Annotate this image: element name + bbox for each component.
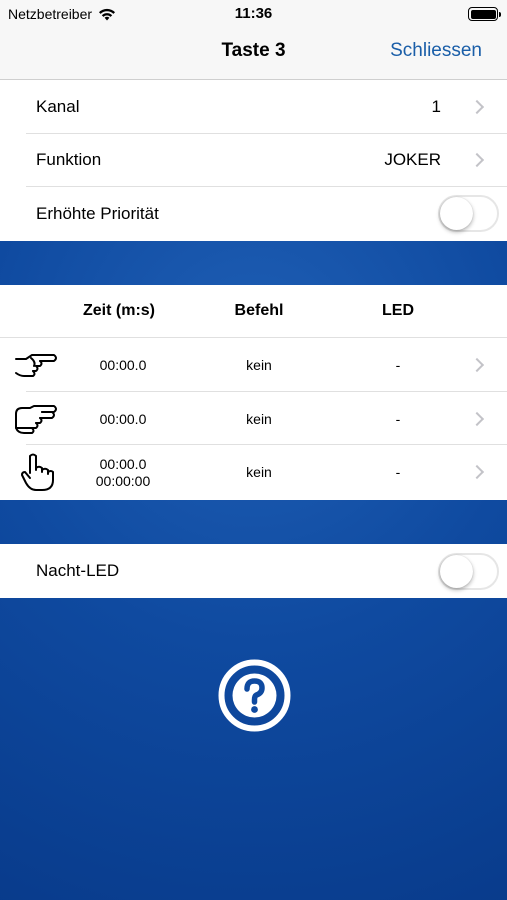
toggle-knob: [440, 197, 473, 231]
column-header-befehl: Befehl: [234, 302, 284, 319]
status-bar: Netzbetreiber 11:36: [0, 0, 507, 28]
time-value-secondary: 00:00:00: [95, 473, 151, 489]
toggle-knob: [440, 554, 473, 588]
chevron-right-icon: [469, 411, 485, 426]
timing-table: Zeit (m:s) Befehl LED 00:00.0 kein - 00:…: [0, 285, 507, 500]
night-led-label: Nacht-LED: [36, 561, 120, 580]
night-led-toggle[interactable]: [438, 552, 499, 590]
night-led-row: Nacht-LED: [0, 544, 507, 598]
top-bar: Netzbetreiber 11:36 Taste 3 Schliessen: [0, 0, 507, 80]
chevron-right-icon: [469, 99, 485, 114]
chevron-right-icon: [469, 464, 485, 480]
hand-double-point-icon: [15, 404, 57, 434]
hand-press-icon: [21, 453, 54, 491]
funktion-value: JOKER: [384, 150, 441, 170]
kanal-row[interactable]: Kanal 1: [0, 80, 507, 134]
table-header: Zeit (m:s) Befehl LED: [0, 285, 507, 338]
chevron-right-icon: [469, 153, 485, 168]
time-value: 00:00.0: [99, 410, 147, 427]
funktion-row[interactable]: Funktion JOKER: [0, 134, 507, 187]
clock: 11:36: [234, 5, 273, 22]
led-value: -: [395, 410, 401, 427]
kanal-value: 1: [431, 96, 441, 116]
column-header-led: LED: [382, 302, 414, 319]
close-button[interactable]: Schliessen: [390, 40, 482, 62]
command-value: kein: [246, 357, 272, 373]
led-value: -: [395, 357, 401, 373]
led-value: -: [395, 464, 401, 480]
hand-point-right-icon: [15, 354, 57, 377]
command-value: kein: [246, 464, 272, 480]
table-row[interactable]: 00:00.0 kein -: [0, 338, 507, 392]
time-value: 00:00.0: [99, 357, 147, 373]
priority-toggle[interactable]: [438, 195, 499, 233]
chevron-right-icon: [469, 357, 485, 373]
command-value: kein: [246, 410, 272, 427]
night-led-panel: Nacht-LED: [0, 544, 507, 598]
battery-icon: [468, 7, 501, 21]
kanal-label: Kanal: [36, 96, 80, 116]
help-circle-icon[interactable]: [218, 659, 291, 732]
column-header-zeit: Zeit (m:s): [83, 302, 155, 319]
table-row[interactable]: 00:00.0 00:00:00 kein -: [0, 445, 507, 499]
priority-row: Erhöhte Priorität: [0, 187, 507, 241]
time-value: 00:00.0: [99, 456, 147, 472]
table-row[interactable]: 00:00.0 kein -: [0, 392, 507, 445]
priority-label: Erhöhte Priorität: [36, 203, 159, 223]
settings-panel: Kanal 1 Funktion JOKER Erhöhte Priorität: [0, 80, 507, 241]
funktion-label: Funktion: [36, 150, 102, 170]
